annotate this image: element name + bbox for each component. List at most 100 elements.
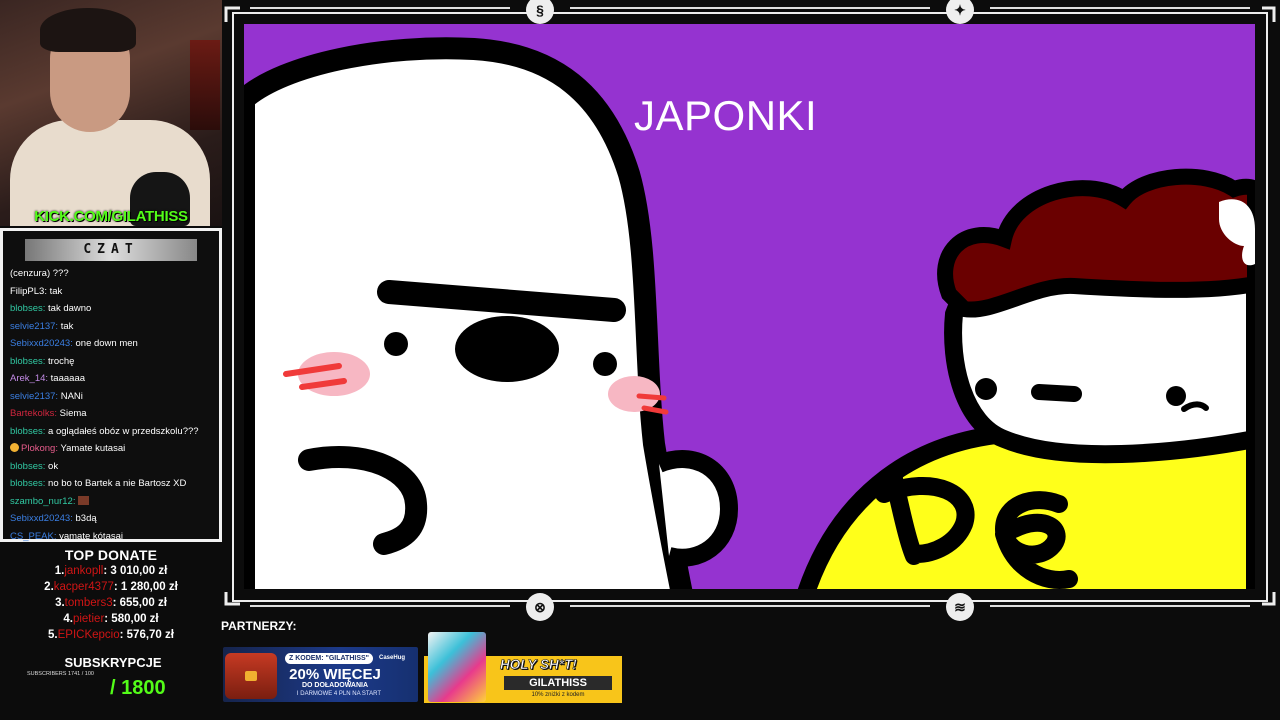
donor-amount: : 655,00 zł — [112, 597, 167, 609]
donor-amount: : 580,00 zł — [104, 613, 159, 625]
chat-username[interactable]: blobses: — [10, 356, 45, 367]
donor-rank: 1. — [54, 565, 65, 577]
donor-rank: 5. — [48, 629, 58, 641]
holy-discount: 10% zniżki z kodem — [531, 692, 585, 698]
chat-text: trochę — [48, 355, 75, 367]
subscriptions-title: SUBSKRYPCJE — [64, 655, 162, 670]
donor-list: 1.jankopll: 3 010,00 zł 2.kacper4377: 1 2… — [0, 563, 222, 643]
chat-username[interactable]: Bartekolks: — [10, 408, 57, 419]
chat-message: blobses: ok — [3, 458, 219, 476]
casehug-brand: CaseHug — [379, 655, 406, 661]
chat-message: CS_PEAK: yamate kótasai — [3, 528, 219, 546]
casehug-line2: I DARMOWE 4 PLN NA START — [296, 691, 382, 697]
chat-text: one down men — [75, 338, 138, 349]
chat-message: Bartekolks: Siema — [3, 405, 219, 423]
chat-message: Sebixxd20243: b3dą — [3, 510, 219, 528]
cartoon-left-cheek-2 — [608, 376, 660, 412]
globe-logo-icon: ⊗ — [526, 593, 554, 621]
donor-rank: 2. — [44, 581, 54, 593]
subscription-goal: / 1800 — [110, 677, 166, 699]
donor-name: pietier — [72, 613, 105, 625]
donor-rank: 3. — [55, 597, 65, 609]
chat-message-list: (cenzura) ??? FilipPL3: tak blobses: tak d… — [3, 265, 219, 545]
donor-row: 1.jankopll: 3 010,00 zł — [0, 563, 222, 579]
chat-message: blobses: tak dawno — [3, 300, 219, 318]
donor-amount: : 576,70 zł — [119, 629, 174, 641]
chat-message: selvie2137: tak — [3, 318, 219, 336]
chat-message: Plokong: Yamate kutasai — [3, 440, 219, 458]
planet-logo-icon: ≋ — [946, 593, 974, 621]
holy-banner[interactable]: HOLY SH*T! GILATHISS 10% zniżki z kodem — [424, 632, 622, 703]
casehug-headline: 20% WIĘCEJ — [289, 666, 381, 683]
holy-title: HOLY SH*T! — [500, 657, 577, 673]
cartoon-right-eye-2 — [1166, 386, 1186, 406]
chat-message: FilipPL3: tak — [3, 283, 219, 301]
chat-username[interactable]: blobses: — [10, 478, 45, 489]
product-pack-icon — [428, 632, 486, 702]
chat-text: taaaaaa — [50, 373, 86, 384]
chat-message: (cenzura) ??? — [3, 265, 219, 283]
chat-message: blobses: a oglądałeś obóz w przedszkolu?… — [3, 423, 219, 441]
donor-row: 2.kacper4377: 1 280,00 zł — [0, 579, 222, 595]
chat-username[interactable]: Plokong: — [21, 443, 58, 454]
cartoon-left-cheek-1 — [298, 352, 370, 396]
cartoon-left-nose — [455, 316, 559, 382]
chat-message: selvie2137: NANi — [3, 388, 219, 406]
chat-username[interactable]: blobses: — [10, 303, 45, 314]
treasure-chest-icon — [225, 653, 277, 699]
chat-username[interactable]: Arek_14: — [10, 373, 48, 384]
partners-label: PARTNERZY: — [221, 619, 297, 633]
chat-text: Yamate kutasai — [60, 443, 126, 454]
donor-row: 4.pietier: 580,00 zł — [0, 611, 222, 627]
donor-name: EPICKepcio — [57, 629, 120, 641]
chat-username[interactable]: Sebixxd20243: — [10, 513, 73, 524]
chat-text: b3dą — [75, 513, 97, 524]
chat-username[interactable]: selvie2137: — [10, 391, 58, 402]
chat-username[interactable]: szambo_nur12: — [10, 496, 75, 507]
chat-message: blobses: no bo to Bartek a nie Bartosz X… — [3, 475, 219, 493]
chat-username[interactable]: FilipPL3: — [10, 286, 47, 297]
donor-row: 3.tombers3: 655,00 zł — [0, 595, 222, 611]
chat-username[interactable]: selvie2137: — [10, 321, 58, 332]
chat-username[interactable]: Sebixxd20243: — [10, 338, 73, 349]
webcam-feed: KICK.COM/GILATHISS — [0, 0, 222, 226]
casehug-line1: DO DOŁADOWANIA — [301, 682, 369, 689]
chat-message: Arek_14: taaaaaa — [3, 370, 219, 388]
chat-message: Sebixxd20243: one down men — [3, 335, 219, 353]
casehug-banner[interactable]: Z KODEM: "GILATHISS" CaseHug 20% WIĘCEJ … — [223, 647, 418, 702]
cartoon-left-ear — [655, 450, 739, 567]
streamer-hair — [40, 8, 136, 52]
chat-emote-icon — [78, 495, 90, 505]
chat-username[interactable]: blobses: — [10, 461, 45, 472]
chat-text: tak dawno — [48, 303, 92, 314]
chat-username[interactable]: CS_PEAK: — [10, 531, 56, 542]
chat-text: NANi — [60, 390, 83, 402]
chat-text: a oglądałeś obóz w przedszkolu??? — [48, 425, 199, 437]
cartoon-right-hair — [937, 168, 1255, 318]
chat-username[interactable]: blobses: — [10, 426, 45, 437]
video-title: JAPONKI — [634, 92, 818, 139]
casehug-code: Z KODEM: "GILATHISS" — [285, 653, 373, 664]
cartoon-right-mouth — [1031, 384, 1082, 402]
donor-rank: 4. — [63, 613, 73, 625]
chat-text: yamate kótasai — [59, 530, 124, 542]
holy-code: GILATHISS — [504, 676, 612, 690]
chat-panel: CZAT (cenzura) ??? FilipPL3: tak blobses: … — [0, 228, 222, 542]
donor-amount: : 1 280,00 zł — [113, 581, 178, 593]
chat-title: CZAT — [25, 239, 197, 261]
donor-row: 5.EPICKepcio: 576,70 zł — [0, 627, 222, 643]
donor-name: kacper4377 — [53, 581, 114, 593]
donor-amount: : 3 010,00 zł — [103, 565, 168, 577]
cartoon-right-eye-1 — [975, 378, 997, 400]
chat-text: tak — [49, 285, 63, 297]
donor-name: jankopll — [64, 565, 104, 577]
chat-message: blobses: trochę — [3, 353, 219, 371]
chat-text: ok — [48, 460, 59, 472]
donor-name: tombers3 — [64, 597, 113, 609]
chat-text: Siema — [59, 408, 87, 419]
chat-text: (cenzura) ??? — [10, 268, 69, 279]
subscribers-count-small: SUBSCRIBERS 1741 / 100 — [27, 671, 94, 677]
subscriptions-panel: SUBSKRYPCJE SUBSCRIBERS 1741 / 100 / 180… — [0, 655, 222, 699]
cartoon-left-eye-1 — [384, 332, 408, 356]
cartoon-left-eye-2 — [593, 352, 617, 376]
